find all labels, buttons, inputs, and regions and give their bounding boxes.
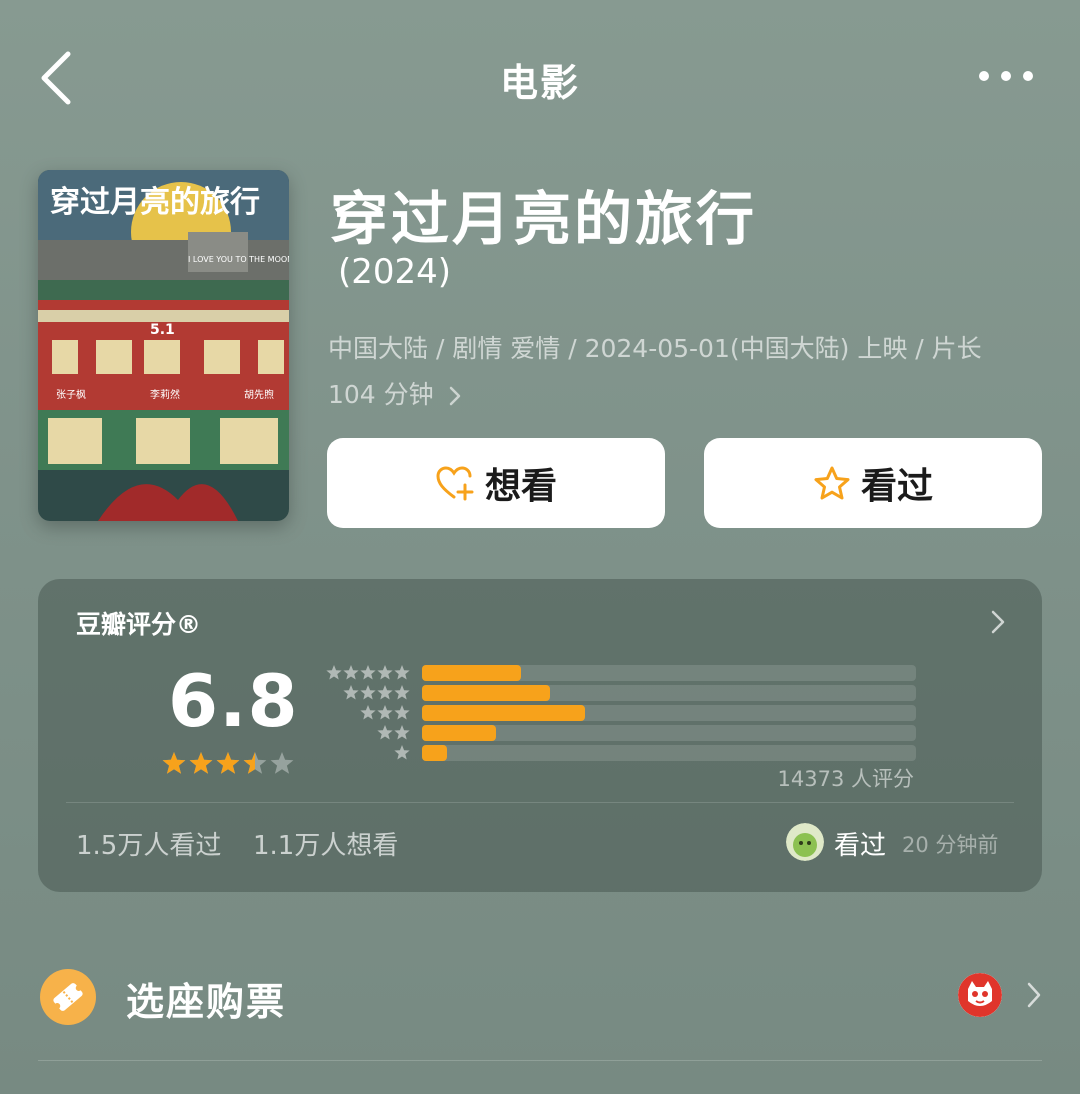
rating-label: 豆瓣评分® xyxy=(76,610,202,639)
bar-track xyxy=(422,685,916,701)
rating-count: 14373 人评分 xyxy=(777,767,914,791)
star-row-icon xyxy=(394,745,410,760)
bar-fill xyxy=(422,665,521,681)
chevron-right-icon xyxy=(1027,982,1041,1008)
rating-score: 6.8 xyxy=(168,659,299,743)
want-label: 想看 xyxy=(484,466,557,507)
want-button[interactable]: 想看 xyxy=(327,438,665,528)
seen-label: 看过 xyxy=(860,466,933,507)
movie-title: 穿过月亮的旅行 xyxy=(330,185,758,253)
star-outline-icon xyxy=(814,466,850,500)
rating-stars xyxy=(162,752,294,774)
star-icon xyxy=(270,752,294,774)
page-title: 电影 xyxy=(499,61,580,105)
poster-image: 穿过月亮的旅行 I LOVE YOU TO THE MOON AND BACK … xyxy=(38,170,289,521)
poster-title: 穿过月亮的旅行 xyxy=(50,185,260,220)
seen-count: 1.5万人看过 xyxy=(76,831,222,861)
divider xyxy=(66,802,1014,803)
movie-year: (2024) xyxy=(338,252,452,292)
poster-english: I LOVE YOU TO THE MOON AND BACK xyxy=(188,255,289,264)
ticket-label: 选座购票 xyxy=(126,980,287,1024)
more-dots-icon xyxy=(979,71,1033,81)
star-row-icon xyxy=(343,685,410,700)
friend-time: 20 分钟前 xyxy=(902,833,999,857)
star-icon xyxy=(162,752,186,774)
star-row-icon xyxy=(377,725,410,740)
ticket-row[interactable]: 选座购票 xyxy=(38,955,1042,1045)
more-button[interactable] xyxy=(976,62,1036,90)
heart-plus-icon xyxy=(436,466,474,501)
bar-fill xyxy=(422,705,586,721)
poster-cast-2: 李莉然 xyxy=(150,388,180,401)
want-count: 1.1万人想看 xyxy=(253,831,399,861)
ticket-icon xyxy=(40,969,96,1025)
chevron-right-icon[interactable] xyxy=(990,609,1006,635)
avatar[interactable] xyxy=(786,823,824,861)
movie-poster[interactable]: 穿过月亮的旅行 I LOVE YOU TO THE MOON AND BACK … xyxy=(38,170,289,521)
poster-cast-3: 胡先煦 xyxy=(244,388,274,401)
star-icon xyxy=(216,752,240,774)
bar-fill xyxy=(422,685,551,701)
rating-card[interactable]: 豆瓣评分® 6.8 14373 人评分 1.5万人看过 1.1万人想看 看过 2… xyxy=(38,579,1042,892)
star-icon xyxy=(189,752,213,774)
bar-fill xyxy=(422,725,497,741)
maoyan-cat-icon xyxy=(958,973,1002,1017)
bar-fill xyxy=(422,745,447,761)
friend-action: 看过 xyxy=(834,831,887,861)
star-row-icon xyxy=(326,665,410,680)
poster-release: 5.1 xyxy=(150,322,175,338)
divider xyxy=(38,1060,1042,1061)
seen-button[interactable]: 看过 xyxy=(704,438,1042,528)
star-icon xyxy=(243,752,267,774)
bar-track xyxy=(422,745,916,761)
bar-track xyxy=(422,705,916,721)
bar-track xyxy=(422,725,916,741)
star-row-icon xyxy=(360,705,410,720)
movie-meta-text: 中国大陆 / 剧情 爱情 / 2024-05-01(中国大陆) 上映 / 片长1… xyxy=(328,334,982,409)
poster-cast-1: 张子枫 xyxy=(56,388,86,401)
movie-meta[interactable]: 中国大陆 / 剧情 爱情 / 2024-05-01(中国大陆) 上映 / 片长1… xyxy=(328,326,1028,418)
chevron-right-icon xyxy=(449,386,460,406)
bar-track xyxy=(422,665,916,681)
